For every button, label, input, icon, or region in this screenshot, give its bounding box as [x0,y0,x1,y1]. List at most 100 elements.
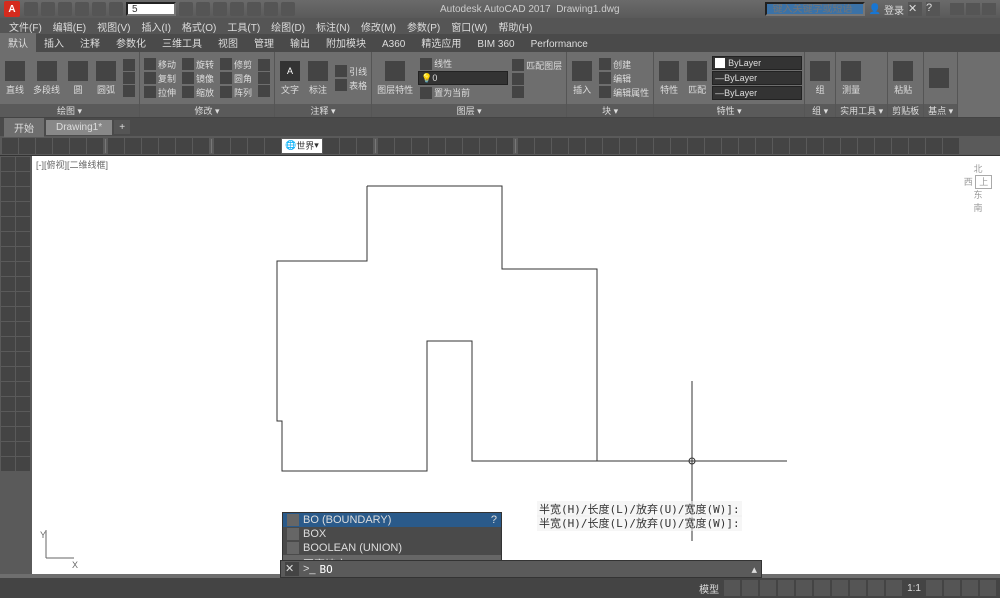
tb-43[interactable] [773,138,789,154]
tab-addins[interactable]: 附加模块 [318,33,374,52]
command-line[interactable]: ✕ >_ ▴ [280,560,762,578]
lt-32[interactable] [16,382,30,396]
match-button[interactable]: 匹配 [684,60,710,97]
navcube-w[interactable]: 西 [964,177,973,187]
tab-view[interactable]: 视图 [210,33,246,52]
sb-iso[interactable] [962,580,978,596]
exchange-icon[interactable]: ✕ [908,2,922,16]
group-button[interactable]: 组 [807,60,833,97]
lt-19[interactable] [1,292,15,306]
tb-10[interactable] [159,138,175,154]
help-search-input[interactable] [765,2,865,16]
navcube-n[interactable]: 北 [960,162,996,175]
menu-help[interactable]: 帮助(H) [493,19,537,34]
lt-12[interactable] [16,232,30,246]
drawing-canvas[interactable]: [-][俯视][二维线框] Y X 北 西 上 东 南 半宽(H)/长度(L)/… [32,156,1000,574]
tb-18[interactable] [340,138,356,154]
layer-combo[interactable]: 💡 0 [418,71,508,85]
tb-1[interactable] [2,138,18,154]
lt-26[interactable] [16,337,30,351]
help-icon[interactable]: ? [926,2,940,16]
qat-dropdown-icon[interactable] [281,2,295,16]
tb-47[interactable] [841,138,857,154]
lt-23[interactable] [1,322,15,336]
tb-31[interactable] [569,138,585,154]
tb-12[interactable] [193,138,209,154]
layer-extra2[interactable] [510,86,564,98]
qat-new-icon[interactable] [24,2,38,16]
tb-49[interactable] [875,138,891,154]
tb-7[interactable] [108,138,124,154]
menu-insert[interactable]: 插入(I) [136,19,175,34]
ac-item-box[interactable]: BOX [283,527,501,541]
leader-button[interactable]: 引线 [333,65,369,78]
tb-5[interactable] [70,138,86,154]
menu-edit[interactable]: 编辑(E) [48,19,91,34]
matchlayer-button[interactable]: 匹配图层 [510,59,564,72]
qat-more6-icon[interactable] [264,2,278,16]
tab-default[interactable]: 默认 [0,33,36,52]
app-logo[interactable]: A [4,1,20,17]
scale-button[interactable]: 缩放 [180,86,216,99]
lt-14[interactable] [16,247,30,261]
user-signin[interactable]: 👤 登录 [869,2,904,17]
tb-14[interactable] [231,138,247,154]
menu-param[interactable]: 参数(P) [402,19,445,34]
tb-51[interactable] [909,138,925,154]
qat-search-input[interactable] [126,2,176,16]
sb-trans[interactable] [850,580,866,596]
color-combo[interactable]: ByLayer [712,56,802,70]
qat-more3-icon[interactable] [213,2,227,16]
tb-19[interactable] [357,138,373,154]
lt-7[interactable] [1,202,15,216]
sb-ortho[interactable] [760,580,776,596]
panel-layers-title[interactable]: 图层 ▾ [372,104,566,117]
base-button[interactable] [926,67,952,89]
draw-extra2[interactable] [121,72,137,84]
cmd-dropdown-icon[interactable]: ▴ [751,563,757,576]
tb-37[interactable] [671,138,687,154]
lineweight-combo[interactable]: — ByLayer [712,86,802,100]
create-button[interactable]: 创建 [597,58,651,71]
move-button[interactable]: 移动 [142,58,178,71]
lt-6[interactable] [16,187,30,201]
tb-21[interactable] [395,138,411,154]
modify-extra1[interactable] [256,59,272,71]
lt-42[interactable] [16,457,30,471]
layerprops-button[interactable]: 图层特性 [374,60,416,97]
tb-20[interactable] [378,138,394,154]
tb-2[interactable] [19,138,35,154]
ac-item-boolean[interactable]: BOOLEAN (UNION) [283,541,501,555]
lt-28[interactable] [16,352,30,366]
tb-27[interactable] [497,138,513,154]
mirror-button[interactable]: 镜像 [180,72,216,85]
qat-more4-icon[interactable] [230,2,244,16]
lt-22[interactable] [16,307,30,321]
lt-2[interactable] [16,157,30,171]
draw-extra1[interactable] [121,59,137,71]
tb-13[interactable] [214,138,230,154]
sb-sc[interactable] [886,580,902,596]
tb-3[interactable] [36,138,52,154]
menu-tools[interactable]: 工具(T) [222,19,265,34]
panel-props-title[interactable]: 特性 ▾ [654,104,804,117]
lt-13[interactable] [1,247,15,261]
tb-41[interactable] [739,138,755,154]
sb-otrack[interactable] [814,580,830,596]
lt-21[interactable] [1,307,15,321]
panel-annot-title[interactable]: 注释 ▾ [275,104,371,117]
lt-27[interactable] [1,352,15,366]
tb-30[interactable] [552,138,568,154]
tb-36[interactable] [654,138,670,154]
tb-15[interactable] [248,138,264,154]
qat-print-icon[interactable] [109,2,123,16]
sb-grid[interactable] [724,580,740,596]
menu-format[interactable]: 格式(O) [177,19,221,34]
lt-35[interactable] [1,412,15,426]
tb-42[interactable] [756,138,772,154]
tb-40[interactable] [722,138,738,154]
scale-button[interactable]: 1:1 [904,583,924,594]
editattr-button[interactable]: 编辑属性 [597,86,651,99]
menu-draw[interactable]: 绘图(D) [266,19,310,34]
sb-osnap[interactable] [796,580,812,596]
